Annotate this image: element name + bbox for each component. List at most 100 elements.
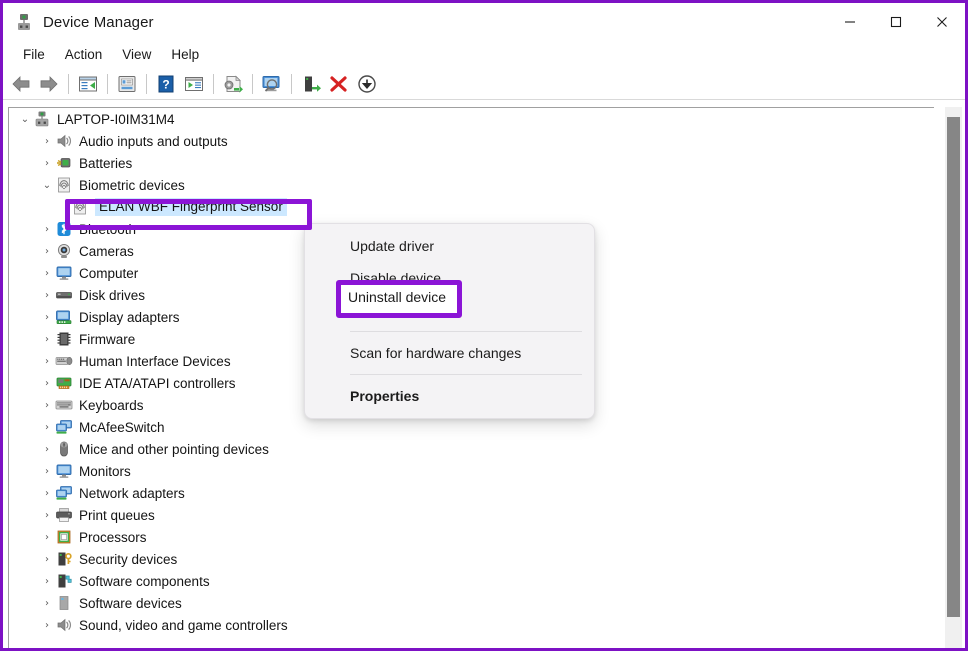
- ctx-disable-device[interactable]: Disable device: [305, 262, 594, 294]
- chevron-right-icon[interactable]: ›: [39, 136, 55, 147]
- tree-node-label: Firmware: [79, 331, 136, 347]
- menu-view[interactable]: View: [112, 45, 161, 64]
- keyboard-icon: [55, 397, 73, 413]
- tree-node-label: Processors: [79, 529, 147, 545]
- chevron-right-icon[interactable]: ›: [39, 554, 55, 565]
- chevron-right-icon[interactable]: ›: [39, 356, 55, 367]
- chevron-right-icon[interactable]: ›: [39, 598, 55, 609]
- network-switch-icon: [55, 419, 73, 435]
- chevron-right-icon[interactable]: ›: [39, 576, 55, 587]
- chevron-down-icon[interactable]: ⌄: [17, 114, 33, 125]
- tree-node-label: Security devices: [79, 551, 178, 567]
- chevron-right-icon[interactable]: ›: [39, 334, 55, 345]
- tree-node-batteries[interactable]: › Batteries: [9, 152, 934, 174]
- chevron-right-icon[interactable]: ›: [39, 488, 55, 499]
- menu-file[interactable]: File: [13, 45, 55, 64]
- tree-node-label: Human Interface Devices: [79, 353, 231, 369]
- menu-help[interactable]: Help: [161, 45, 209, 64]
- uninstall-device-icon[interactable]: [325, 71, 353, 97]
- ctx-update-driver[interactable]: Update driver: [305, 230, 594, 262]
- tree-node-biometric-devices[interactable]: ⌄ Biometric devices: [9, 174, 934, 196]
- tree-node-label: McAfeeSwitch: [79, 419, 165, 435]
- chevron-right-icon[interactable]: ›: [39, 510, 55, 521]
- tree-node-print-queues[interactable]: › Print queues: [9, 504, 934, 526]
- tree-node-label: IDE ATA/ATAPI controllers: [79, 375, 236, 391]
- ctx-separator-2: [350, 374, 582, 375]
- menu-action[interactable]: Action: [55, 45, 113, 64]
- scan-hardware-changes-icon[interactable]: [258, 71, 286, 97]
- chevron-right-icon[interactable]: ›: [39, 268, 55, 279]
- close-button[interactable]: [919, 3, 965, 41]
- window-title: Device Manager: [43, 13, 154, 31]
- tree-node-security-devices[interactable]: › Security devices: [9, 548, 934, 570]
- tree-node-audio-inputs-and-outputs[interactable]: › Audio inputs and outputs: [9, 130, 934, 152]
- printer-icon: [55, 507, 73, 523]
- toolbar: ?: [3, 68, 965, 100]
- disable-device-icon[interactable]: [353, 71, 381, 97]
- chevron-right-icon[interactable]: ›: [39, 422, 55, 433]
- toolbar-separator: [291, 74, 292, 94]
- chevron-right-icon[interactable]: ›: [39, 532, 55, 543]
- processor-icon: [55, 529, 73, 545]
- show-hide-action-pane-icon[interactable]: [180, 71, 208, 97]
- chevron-right-icon[interactable]: ›: [39, 158, 55, 169]
- chevron-right-icon[interactable]: ›: [39, 444, 55, 455]
- chevron-right-icon[interactable]: ›: [39, 290, 55, 301]
- tree-root-node[interactable]: ⌄ LAPTOP-I0IM31M4: [9, 108, 934, 130]
- enable-device-icon[interactable]: [297, 71, 325, 97]
- vertical-scrollbar-thumb[interactable]: [947, 117, 960, 617]
- svg-text:?: ?: [162, 78, 169, 92]
- battery-icon: [55, 155, 73, 171]
- menu-bar: File Action View Help: [3, 41, 965, 67]
- tree-node-processors[interactable]: › Processors: [9, 526, 934, 548]
- tree-node-monitors[interactable]: › Monitors: [9, 460, 934, 482]
- chevron-right-icon[interactable]: ›: [39, 378, 55, 389]
- tree-node-network-adapters[interactable]: › Network adapters: [9, 482, 934, 504]
- vertical-scrollbar[interactable]: [945, 107, 962, 648]
- maximize-button[interactable]: [873, 3, 919, 41]
- show-hide-console-tree-icon[interactable]: [74, 71, 102, 97]
- toolbar-separator: [213, 74, 214, 94]
- ctx-uninstall-device[interactable]: Uninstall device: [305, 294, 594, 326]
- chevron-right-icon[interactable]: ›: [39, 312, 55, 323]
- context-menu[interactable]: Update driver Disable device Uninstall d…: [304, 223, 595, 419]
- ctx-scan-hardware-changes[interactable]: Scan for hardware changes: [305, 337, 594, 369]
- monitor-icon: [55, 265, 73, 281]
- tree-node-elan-wbf-fingerprint-sensor[interactable]: ELAN WBF Fingerprint Sensor: [9, 196, 934, 218]
- device-manager-window: Device Manager File Action View Help ? ⌄…: [0, 0, 968, 651]
- tree-node-label: Software components: [79, 573, 210, 589]
- speaker-icon: [55, 133, 73, 149]
- tree-node-sound-video-and-game-controllers[interactable]: › Sound, video and game controllers: [9, 614, 934, 636]
- back-icon[interactable]: [7, 71, 35, 97]
- tree-node-label: Mice and other pointing devices: [79, 441, 269, 457]
- tree-node-label-selected: ELAN WBF Fingerprint Sensor: [95, 198, 287, 216]
- chevron-right-icon[interactable]: ›: [39, 224, 55, 235]
- disk-drive-icon: [55, 287, 73, 303]
- tree-node-mcafeeswitch[interactable]: › McAfeeSwitch: [9, 416, 934, 438]
- firmware-chip-icon: [55, 331, 73, 347]
- tree-node-mice-and-other-pointing-devices[interactable]: › Mice and other pointing devices: [9, 438, 934, 460]
- chevron-right-icon[interactable]: ›: [39, 620, 55, 631]
- minimize-button[interactable]: [827, 3, 873, 41]
- tree-node-software-devices[interactable]: › Software devices: [9, 592, 934, 614]
- chevron-right-icon[interactable]: ›: [39, 246, 55, 257]
- tree-node-label: Software devices: [79, 595, 182, 611]
- camera-icon: [55, 243, 73, 259]
- ide-controller-icon: [55, 375, 73, 391]
- toolbar-separator: [107, 74, 108, 94]
- properties-icon[interactable]: [113, 71, 141, 97]
- chevron-right-icon[interactable]: ›: [39, 400, 55, 411]
- ctx-properties[interactable]: Properties: [305, 380, 594, 412]
- monitor-icon: [55, 463, 73, 479]
- help-icon[interactable]: ?: [152, 71, 180, 97]
- software-component-icon: [55, 573, 73, 589]
- bluetooth-icon: [55, 221, 73, 237]
- chevron-right-icon[interactable]: ›: [39, 466, 55, 477]
- toolbar-divider: [3, 99, 965, 100]
- tree-root-label: LAPTOP-I0IM31M4: [57, 111, 175, 127]
- chevron-down-icon[interactable]: ⌄: [39, 180, 55, 191]
- toolbar-separator: [252, 74, 253, 94]
- tree-node-software-components[interactable]: › Software components: [9, 570, 934, 592]
- update-driver-icon[interactable]: [219, 71, 247, 97]
- forward-icon[interactable]: [35, 71, 63, 97]
